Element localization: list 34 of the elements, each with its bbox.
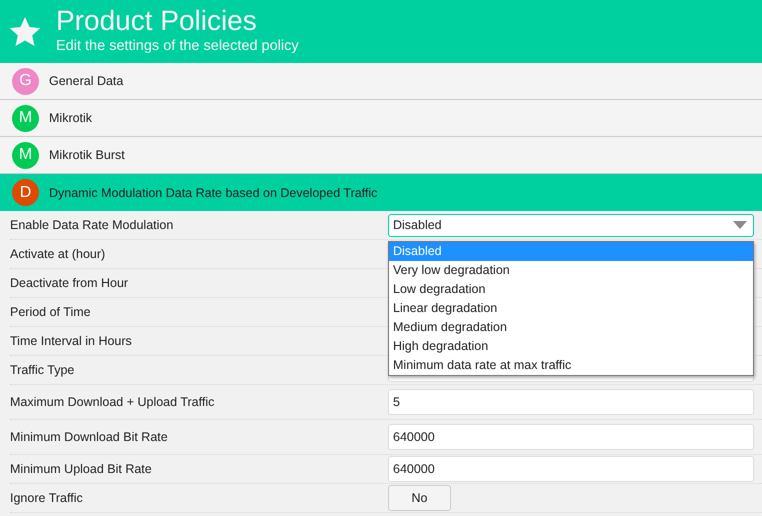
setting-label: Traffic Type	[10, 363, 76, 377]
dropdown-option[interactable]: Minimum data rate at max traffic	[389, 356, 753, 374]
policy-name: Mikrotik	[49, 111, 92, 125]
input-field[interactable]: 640000	[388, 456, 754, 482]
setting-label: Period of Time	[10, 305, 92, 319]
dropdown-option[interactable]: Low degradation	[389, 280, 753, 298]
dropdown-option[interactable]: Very low degradation	[389, 260, 753, 280]
dropdown-option[interactable]: Medium degradation	[389, 318, 753, 336]
letter-avatar: D	[12, 179, 39, 206]
setting-label: Minimum Download Bit Rate	[10, 430, 169, 444]
policy-name: Mikrotik Burst	[49, 148, 125, 162]
setting-label: Time Interval in Hours	[10, 334, 133, 348]
letter-avatar: G	[12, 68, 39, 94]
caret-icon	[733, 221, 747, 229]
toggle-button[interactable]: No	[388, 485, 451, 511]
setting-label: Deactivate from Hour	[10, 276, 130, 290]
page-title: Product Policies	[56, 4, 258, 36]
letter-avatar: M	[12, 104, 39, 132]
setting-label: Activate at (hour)	[10, 247, 106, 261]
setting-label: Ignore Traffic	[10, 491, 84, 505]
dropdown-option[interactable]: Linear degradation	[389, 298, 753, 318]
setting-label: Minimum Upload Bit Rate	[10, 462, 153, 476]
letter-avatar: M	[12, 142, 39, 168]
dropdown-option[interactable]: High degradation	[389, 336, 753, 356]
input-field[interactable]: 5	[388, 389, 754, 415]
page-subtitle: Edit the settings of the selected policy	[56, 36, 299, 54]
policy-name: General Data	[49, 74, 124, 88]
policy-name: Dynamic Modulation Data Rate based on Developed Traffic	[49, 186, 378, 200]
setting-label: Enable Data Rate Modulation	[10, 218, 174, 232]
setting-label: Maximum Download + Upload Traffic	[10, 395, 216, 409]
policy-item[interactable]: D Dynamic Modulation Data Rate based on Developed Traffic	[0, 174, 762, 211]
dropdown-field[interactable]: Disabled	[388, 214, 754, 236]
star-icon	[8, 14, 42, 48]
input-field[interactable]: 640000	[388, 424, 754, 450]
